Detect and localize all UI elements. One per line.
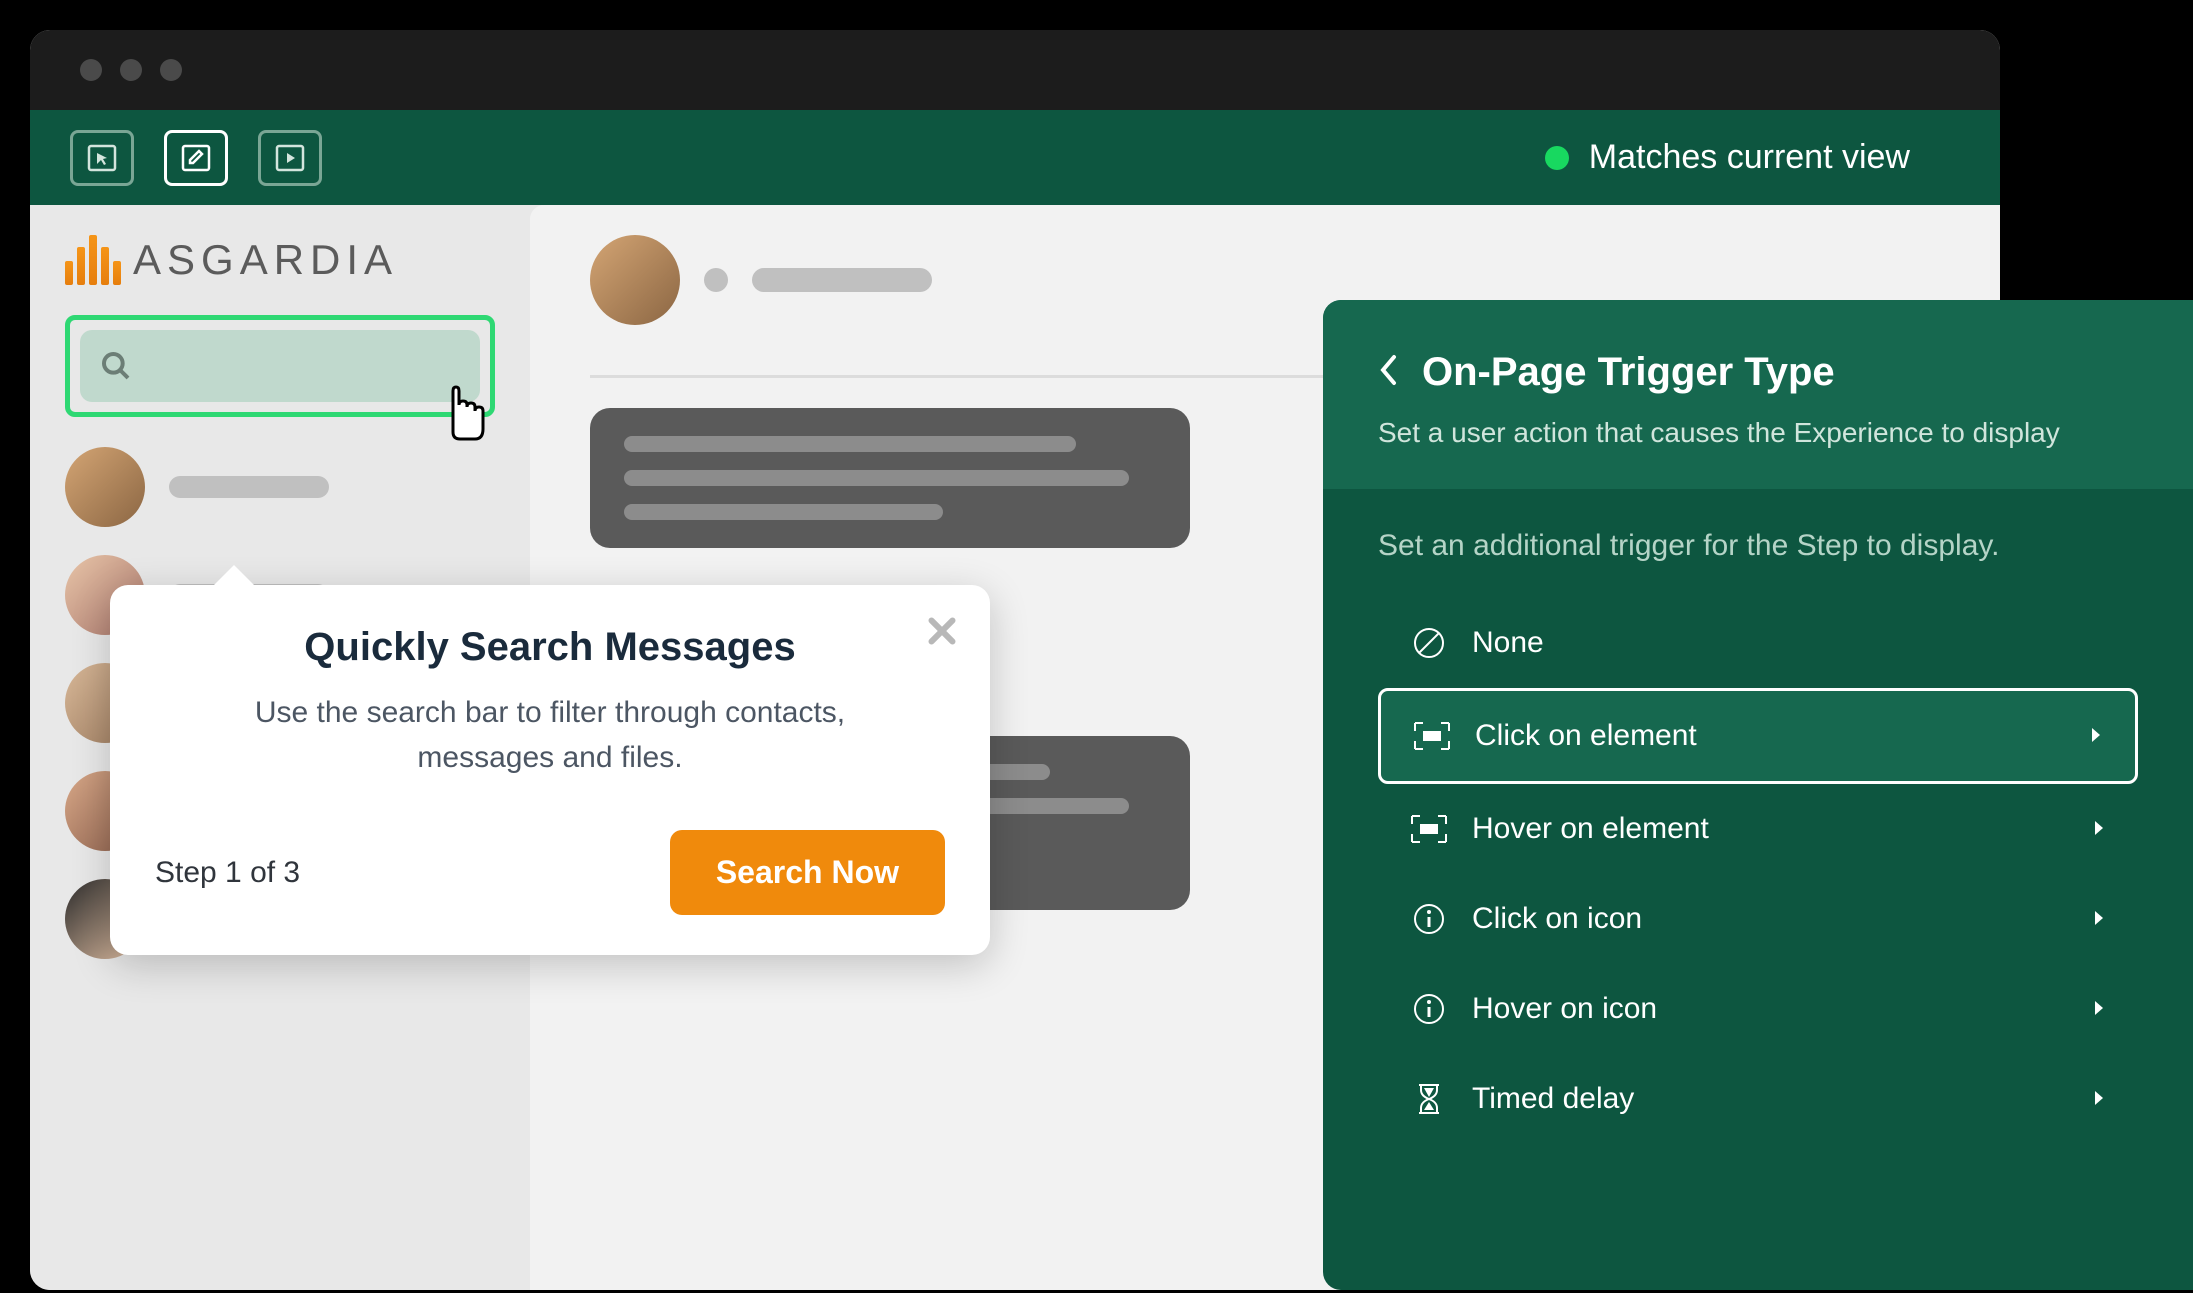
view-match-status: Matches current view bbox=[1545, 138, 1960, 177]
info-icon bbox=[1410, 990, 1448, 1028]
panel-body: Set an additional trigger for the Step t… bbox=[1323, 489, 2193, 1184]
panel-header: On-Page Trigger Type Set a user action t… bbox=[1323, 300, 2193, 489]
trigger-option-hover-element[interactable]: Hover on element bbox=[1378, 784, 2138, 874]
status-circle-icon bbox=[704, 268, 728, 292]
search-input[interactable] bbox=[80, 330, 480, 402]
pointer-cursor-icon bbox=[435, 377, 495, 452]
trigger-option-label: None bbox=[1472, 626, 1544, 660]
chevron-right-icon bbox=[2092, 1082, 2106, 1116]
element-target-icon bbox=[1410, 810, 1448, 848]
status-dot-icon bbox=[1545, 146, 1569, 170]
search-icon bbox=[100, 350, 132, 382]
editor-toolbar: Matches current view bbox=[30, 110, 2000, 205]
preview-mode-button[interactable] bbox=[258, 130, 322, 186]
brand-logo: ASGARDIA bbox=[65, 235, 495, 285]
trigger-option-none[interactable]: None bbox=[1378, 598, 2138, 688]
onboarding-tooltip: Quickly Search Messages Use the search b… bbox=[110, 585, 990, 955]
contact-list-item[interactable] bbox=[65, 447, 495, 527]
chevron-left-icon bbox=[1378, 353, 1398, 387]
trigger-option-timed-delay[interactable]: Timed delay bbox=[1378, 1054, 2138, 1144]
trigger-option-label: Hover on element bbox=[1472, 812, 1709, 846]
contact-name-placeholder bbox=[169, 476, 329, 498]
hourglass-icon bbox=[1410, 1080, 1448, 1118]
tooltip-title: Quickly Search Messages bbox=[155, 625, 945, 670]
trigger-option-label: Timed delay bbox=[1472, 1082, 1634, 1116]
pencil-box-icon bbox=[181, 144, 211, 172]
search-highlight-frame bbox=[65, 315, 495, 417]
message-bubble-incoming bbox=[590, 408, 1190, 548]
info-icon bbox=[1410, 900, 1448, 938]
edit-mode-button[interactable] bbox=[164, 130, 228, 186]
tooltip-description: Use the search bar to filter through con… bbox=[155, 690, 945, 780]
trigger-option-click-element[interactable]: Click on element bbox=[1378, 688, 2138, 784]
tooltip-close-button[interactable] bbox=[924, 613, 960, 654]
chat-name-placeholder bbox=[752, 268, 932, 292]
trigger-config-panel: On-Page Trigger Type Set a user action t… bbox=[1323, 300, 2193, 1290]
chevron-right-icon bbox=[2092, 992, 2106, 1026]
tooltip-cta-button[interactable]: Search Now bbox=[670, 830, 945, 915]
brand-name: ASGARDIA bbox=[133, 236, 398, 284]
window-max-dot[interactable] bbox=[160, 59, 182, 81]
cursor-box-icon bbox=[87, 144, 117, 172]
panel-subtitle: Set a user action that causes the Experi… bbox=[1378, 417, 2138, 449]
element-target-icon bbox=[1413, 717, 1451, 755]
window-titlebar bbox=[30, 30, 2000, 110]
trigger-option-label: Click on icon bbox=[1472, 902, 1642, 936]
tooltip-step-indicator: Step 1 of 3 bbox=[155, 856, 300, 890]
trigger-option-label: Click on element bbox=[1475, 719, 1697, 753]
play-box-icon bbox=[275, 144, 305, 172]
panel-title: On-Page Trigger Type bbox=[1422, 350, 1835, 395]
status-label: Matches current view bbox=[1589, 138, 1910, 177]
chevron-right-icon bbox=[2089, 719, 2103, 753]
select-mode-button[interactable] bbox=[70, 130, 134, 186]
window-min-dot[interactable] bbox=[120, 59, 142, 81]
chevron-right-icon bbox=[2092, 812, 2106, 846]
panel-instruction: Set an additional trigger for the Step t… bbox=[1378, 529, 2138, 563]
window-close-dot[interactable] bbox=[80, 59, 102, 81]
panel-back-button[interactable] bbox=[1378, 353, 1398, 392]
trigger-option-label: Hover on icon bbox=[1472, 992, 1657, 1026]
tooltip-caret-icon bbox=[210, 565, 258, 589]
avatar bbox=[65, 447, 145, 527]
avatar bbox=[590, 235, 680, 325]
trigger-option-click-icon[interactable]: Click on icon bbox=[1378, 874, 2138, 964]
brand-mark-icon bbox=[65, 235, 121, 285]
trigger-option-hover-icon[interactable]: Hover on icon bbox=[1378, 964, 2138, 1054]
none-icon bbox=[1410, 624, 1448, 662]
close-icon bbox=[924, 613, 960, 649]
chevron-right-icon bbox=[2092, 902, 2106, 936]
